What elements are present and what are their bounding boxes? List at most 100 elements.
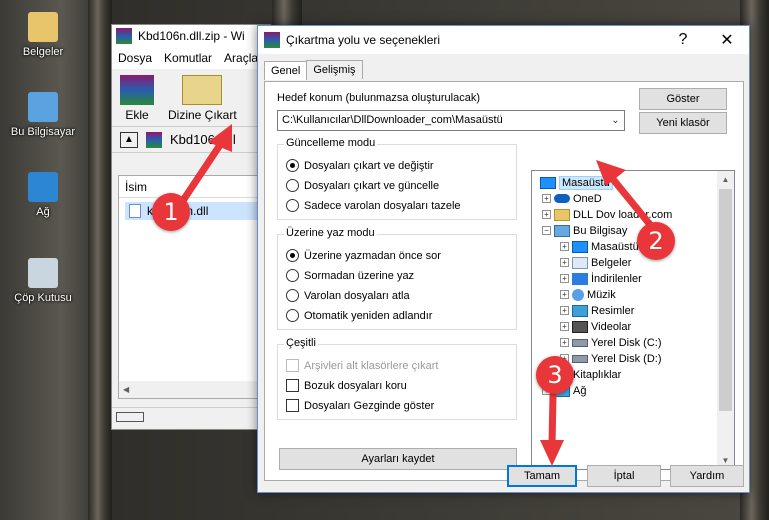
cancel-button[interactable]: İptal	[587, 465, 661, 487]
tree-node[interactable]: + Belgeler	[560, 255, 631, 270]
radio-button[interactable]	[286, 309, 299, 322]
misc-group: Çeşitli Arşivleri alt klasörlere çıkart …	[277, 337, 517, 420]
tab-general[interactable]: Genel	[264, 61, 308, 80]
target-path-label: Hedef konum (bulunmazsa oluşturulacak)	[277, 92, 480, 104]
radio-button[interactable]	[286, 199, 299, 212]
file-list-item[interactable]: kbd106n.dll	[125, 202, 263, 220]
checkbox	[286, 359, 299, 372]
step-marker-1: 1	[152, 193, 190, 231]
tree-node[interactable]: − Bu Bilgisay	[542, 223, 627, 238]
general-tab-panel: Hedef konum (bulunmazsa oluşturulacak) C…	[264, 81, 744, 481]
tree-node-label: İndirilenler	[591, 272, 642, 285]
save-settings-button[interactable]: Ayarları kaydet	[279, 448, 517, 470]
overwrite-option-without-prompt[interactable]: Sormadan üzerine yaz	[286, 269, 414, 282]
winrar-path-bar: ▲ Kbd106n.dl	[112, 127, 270, 153]
tree-node[interactable]: + Videolar	[560, 319, 631, 334]
tree-node-label: Kitaplıklar	[573, 368, 622, 381]
downloads-icon	[572, 272, 588, 285]
extract-to-button[interactable]: Dizine Çıkart	[168, 75, 237, 126]
radio-button[interactable]	[286, 269, 299, 282]
tree-node-label: DLL Dov loader.com	[573, 208, 673, 221]
tree-node[interactable]: + İndirilenler	[560, 271, 642, 286]
menu-file[interactable]: Dosya	[118, 51, 152, 65]
help-icon[interactable]: ?	[661, 31, 705, 49]
folder-tree: Masaüstü + OneD + DLL Dov loader.com − Bu Bilg…	[531, 170, 735, 470]
tree-node-label: Belgeler	[591, 256, 632, 269]
tree-node[interactable]: + Müzik	[560, 287, 616, 302]
expand-icon[interactable]: +	[542, 194, 551, 203]
desktop-icon-network[interactable]: Ağ	[8, 172, 78, 218]
overwrite-option-ask[interactable]: Üzerine yazmadan önce sor	[286, 249, 441, 262]
drive-key-icon	[116, 412, 144, 422]
desktop-icon-recycle-bin[interactable]: Çöp Kutusu	[8, 258, 78, 304]
tree-node[interactable]: + Masaüstü	[560, 239, 639, 254]
dialog-title: Çıkartma yolu ve seçenekleri	[286, 33, 441, 47]
tree-node[interactable]: + Resimler	[560, 303, 634, 318]
update-mode-option-update[interactable]: Dosyaları çıkart ve güncelle	[286, 179, 439, 192]
tree-node-label: Masaüstü	[591, 240, 639, 253]
tree-node-label: Ağ	[573, 384, 587, 397]
menu-commands[interactable]: Komutlar	[164, 51, 212, 65]
overwrite-option-skip[interactable]: Varolan dosyaları atla	[286, 289, 410, 302]
add-archive-icon	[120, 75, 154, 105]
scroll-up-icon[interactable]: ▲	[717, 171, 734, 188]
documents-icon	[572, 256, 588, 269]
collapse-icon[interactable]: −	[542, 226, 551, 235]
close-icon[interactable]: ✕	[705, 30, 749, 50]
tree-node[interactable]: + Yerel Disk (C:)	[560, 335, 662, 350]
expand-icon[interactable]: +	[560, 274, 569, 283]
update-mode-option-replace[interactable]: Dosyaları çıkart ve değiştir	[286, 159, 434, 172]
show-button[interactable]: Göster	[639, 88, 727, 110]
misc-option-keep-broken[interactable]: Bozuk dosyaları koru	[286, 379, 407, 392]
vertical-scrollbar[interactable]: ▲ ▼	[717, 171, 734, 469]
add-button[interactable]: Ekle	[120, 75, 154, 126]
network-icon	[28, 172, 58, 202]
expand-icon[interactable]: +	[560, 322, 569, 331]
tree-node[interactable]: + OneD	[542, 191, 602, 206]
target-path-combobox[interactable]: C:\Kullanıcılar\DllDownloader_com\Masaüs…	[277, 110, 625, 131]
column-header-name[interactable]: İsim	[119, 176, 269, 198]
expand-icon[interactable]: +	[560, 338, 569, 347]
dialog-title-bar: Çıkartma yolu ve seçenekleri ? ✕	[258, 26, 749, 54]
this-pc-icon	[554, 224, 570, 237]
misc-option-show-in-explorer[interactable]: Dosyaları Gezginde göster	[286, 399, 434, 412]
desktop-icon-documents[interactable]: Belgeler	[8, 12, 78, 58]
desktop-icon-label: Bu Bilgisayar	[10, 126, 76, 138]
this-pc-icon	[28, 92, 58, 122]
desktop-icon-this-pc[interactable]: Bu Bilgisayar	[8, 92, 78, 138]
horizontal-scrollbar[interactable]: ◀	[119, 381, 269, 398]
up-folder-icon[interactable]: ▲	[120, 131, 138, 148]
tab-advanced[interactable]: Gelişmiş	[306, 60, 363, 79]
music-icon	[572, 288, 584, 301]
checkbox[interactable]	[286, 399, 299, 412]
option-label: Sormadan üzerine yaz	[304, 269, 415, 282]
radio-button[interactable]	[286, 159, 299, 172]
overwrite-option-rename[interactable]: Otomatik yeniden adlandır	[286, 309, 432, 322]
expand-icon[interactable]: +	[560, 258, 569, 267]
ok-button[interactable]: Tamam	[507, 465, 577, 487]
option-label: Bozuk dosyaları koru	[304, 379, 407, 392]
misc-option-subfolders: Arşivleri alt klasörlere çıkart	[286, 359, 438, 372]
expand-icon[interactable]: +	[560, 242, 569, 251]
expand-icon[interactable]: +	[560, 306, 569, 315]
radio-button[interactable]	[286, 289, 299, 302]
help-button[interactable]: Yardım	[670, 465, 744, 487]
radio-button[interactable]	[286, 249, 299, 262]
expand-icon[interactable]: +	[542, 210, 551, 219]
tree-node[interactable]: Masaüstü	[540, 175, 613, 190]
tree-node[interactable]: + DLL Dov loader.com	[542, 207, 672, 222]
option-label: Arşivleri alt klasörlere çıkart	[304, 359, 439, 372]
chevron-down-icon[interactable]: ⌄	[607, 111, 624, 130]
update-mode-group: Güncelleme modu Dosyaları çıkart ve deği…	[277, 137, 517, 220]
option-label: Dosyaları çıkart ve güncelle	[304, 179, 440, 192]
update-mode-option-freshen[interactable]: Sadece varolan dosyaları tazele	[286, 199, 461, 212]
tree-node[interactable]: +Yerel Disk (D:)	[560, 351, 662, 366]
new-folder-button[interactable]: Yeni klasör	[639, 112, 727, 134]
documents-folder-icon	[28, 12, 58, 42]
radio-button[interactable]	[286, 179, 299, 192]
scroll-thumb[interactable]	[719, 189, 732, 411]
checkbox[interactable]	[286, 379, 299, 392]
expand-icon[interactable]: +	[560, 290, 569, 299]
step-marker-3: 3	[536, 356, 574, 394]
menu-tools[interactable]: Araçla	[224, 51, 258, 65]
